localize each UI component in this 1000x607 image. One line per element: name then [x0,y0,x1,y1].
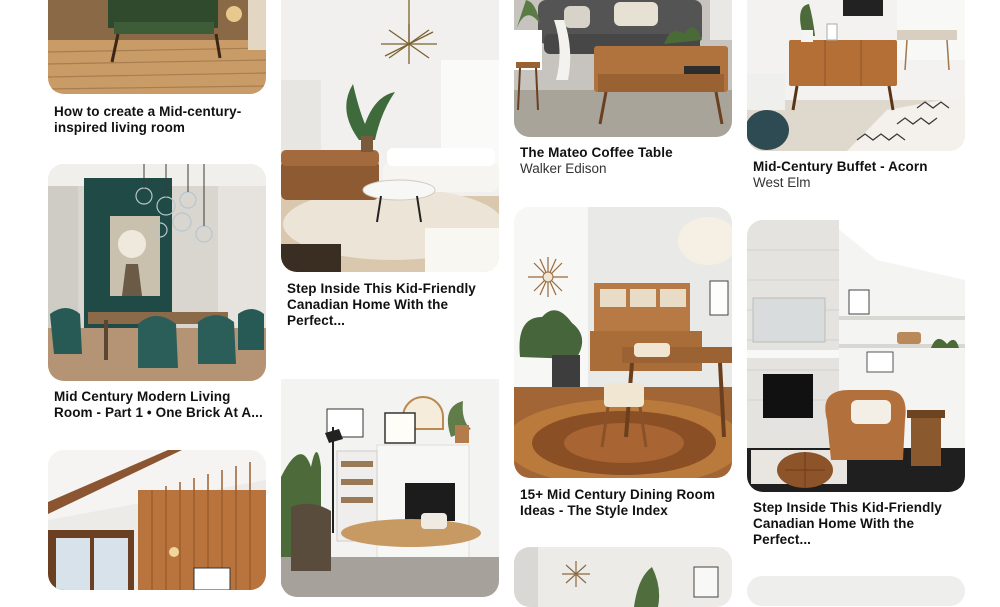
pin-subtitle: Walker Edison [520,161,607,176]
pin-image[interactable] [48,164,266,381]
pin-image[interactable] [747,0,965,151]
pin-image[interactable] [48,0,266,94]
pin-title[interactable]: Step Inside This Kid-Friendly Canadian H… [287,281,499,329]
pin-title[interactable]: How to create a Mid-century-inspired liv… [54,104,266,136]
pin-image[interactable] [281,0,499,272]
pin-title[interactable]: The Mateo Coffee Table [520,145,732,161]
pin-image[interactable] [48,450,266,590]
pin-title[interactable]: Mid Century Modern Living Room - Part 1 … [54,389,266,421]
pin-image[interactable] [281,357,499,597]
pin-title[interactable]: Mid-Century Buffet - Acorn [753,159,965,175]
pin-image[interactable] [747,220,965,492]
pin-image[interactable] [747,576,965,606]
pin-image[interactable] [514,0,732,137]
pin-subtitle: West Elm [753,175,811,190]
pin-image[interactable] [514,547,732,607]
pin-title[interactable]: 15+ Mid Century Dining Room Ideas - The … [520,487,732,519]
pin-title[interactable]: Step Inside This Kid-Friendly Canadian H… [753,500,965,548]
pin-image[interactable] [514,207,732,478]
